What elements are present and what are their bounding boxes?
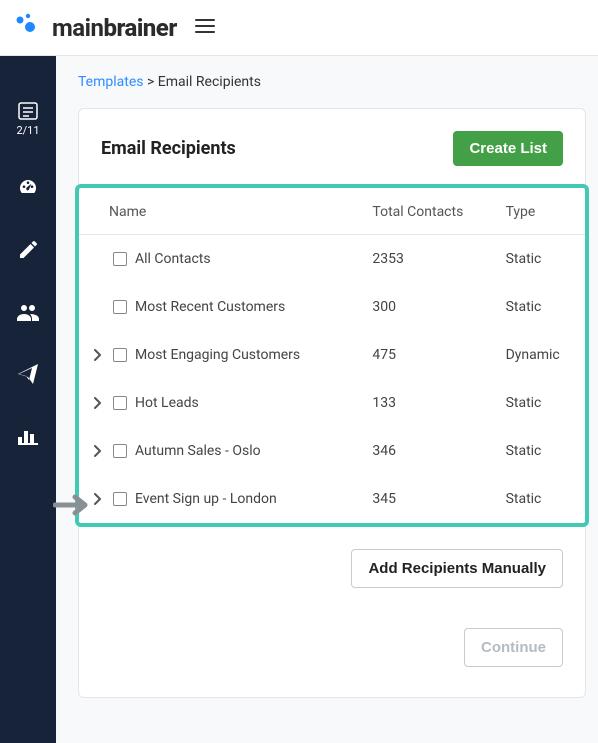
row-checkbox[interactable] xyxy=(113,396,127,410)
logo-text-bold: brainer xyxy=(103,14,176,42)
logo-text: mainbrainer xyxy=(52,14,177,42)
chevron-right-icon[interactable] xyxy=(91,349,105,361)
chart-icon xyxy=(17,425,39,447)
row-name: Hot Leads xyxy=(135,395,199,411)
hamburger-icon[interactable] xyxy=(195,18,215,38)
row-type: Dynamic xyxy=(498,331,585,379)
breadcrumb-link-templates[interactable]: Templates xyxy=(78,74,144,90)
list-icon xyxy=(17,100,39,122)
sidebar-dashboard[interactable] xyxy=(17,177,39,199)
col-type: Type xyxy=(498,188,585,235)
row-checkbox[interactable] xyxy=(113,348,127,362)
col-total: Total Contacts xyxy=(364,188,497,235)
row-total: 2353 xyxy=(364,235,497,284)
add-recipients-manually-button[interactable]: Add Recipients Manually xyxy=(351,549,563,588)
breadcrumb-current: Email Recipients xyxy=(158,74,261,90)
sidebar: 2/11 xyxy=(0,56,56,743)
sidebar-edit[interactable] xyxy=(17,239,39,261)
row-name: Event Sign up - London xyxy=(135,491,277,507)
row-total: 300 xyxy=(364,283,497,331)
table-row[interactable]: Event Sign up - London 345Static xyxy=(79,475,585,523)
actions-row-2: Continue xyxy=(101,628,563,667)
create-list-button[interactable]: Create List xyxy=(453,131,563,166)
sidebar-step-indicator[interactable]: 2/11 xyxy=(16,100,39,137)
breadcrumb: Templates > Email Recipients xyxy=(56,74,598,90)
row-type: Static xyxy=(498,475,585,523)
row-total: 133 xyxy=(364,379,497,427)
row-checkbox[interactable] xyxy=(113,300,127,314)
row-name: Autumn Sales - Oslo xyxy=(135,443,261,459)
sidebar-contacts[interactable] xyxy=(17,301,39,323)
sidebar-analytics[interactable] xyxy=(17,425,39,447)
topbar: mainbrainer xyxy=(0,0,598,56)
recipients-card: Email Recipients Create List Name Total … xyxy=(78,108,586,698)
row-checkbox[interactable] xyxy=(113,252,127,266)
row-total: 346 xyxy=(364,427,497,475)
pencil-icon xyxy=(17,239,39,261)
people-icon xyxy=(17,301,39,323)
row-type: Static xyxy=(498,427,585,475)
row-name: Most Recent Customers xyxy=(135,299,285,315)
actions-row: Add Recipients Manually xyxy=(101,549,563,588)
table-row[interactable]: Hot Leads 133Static xyxy=(79,379,585,427)
logo-text-light: main xyxy=(52,14,103,42)
callout-arrow-icon xyxy=(53,493,95,521)
paper-plane-icon xyxy=(17,363,39,385)
breadcrumb-separator: > xyxy=(147,74,154,90)
page-title: Email Recipients xyxy=(101,138,236,159)
sidebar-send[interactable] xyxy=(17,363,39,385)
table-row[interactable]: Most Engaging Customers 475Dynamic xyxy=(79,331,585,379)
row-total: 475 xyxy=(364,331,497,379)
recipients-table: Name Total Contacts Type All Contacts 235… xyxy=(79,188,585,523)
main-content: Templates > Email Recipients Email Recip… xyxy=(56,56,598,743)
row-type: Static xyxy=(498,283,585,331)
row-total: 345 xyxy=(364,475,497,523)
chevron-right-icon[interactable] xyxy=(91,397,105,409)
gauge-icon xyxy=(17,177,39,199)
card-header: Email Recipients Create List xyxy=(101,131,563,166)
col-name: Name xyxy=(79,188,364,235)
row-checkbox[interactable] xyxy=(113,444,127,458)
row-name: Most Engaging Customers xyxy=(135,347,300,363)
logo: mainbrainer xyxy=(14,12,177,44)
step-counter: 2/11 xyxy=(16,124,39,137)
row-type: Static xyxy=(498,235,585,284)
continue-button[interactable]: Continue xyxy=(464,628,563,667)
row-checkbox[interactable] xyxy=(113,492,127,506)
row-type: Static xyxy=(498,379,585,427)
logo-icon xyxy=(14,12,44,44)
table-row[interactable]: Autumn Sales - Oslo 346Static xyxy=(79,427,585,475)
lists-table-highlight: Name Total Contacts Type All Contacts 235… xyxy=(75,184,589,527)
chevron-right-icon[interactable] xyxy=(91,445,105,457)
table-row[interactable]: All Contacts 2353Static xyxy=(79,235,585,284)
row-name: All Contacts xyxy=(135,251,211,267)
table-row[interactable]: Most Recent Customers 300Static xyxy=(79,283,585,331)
